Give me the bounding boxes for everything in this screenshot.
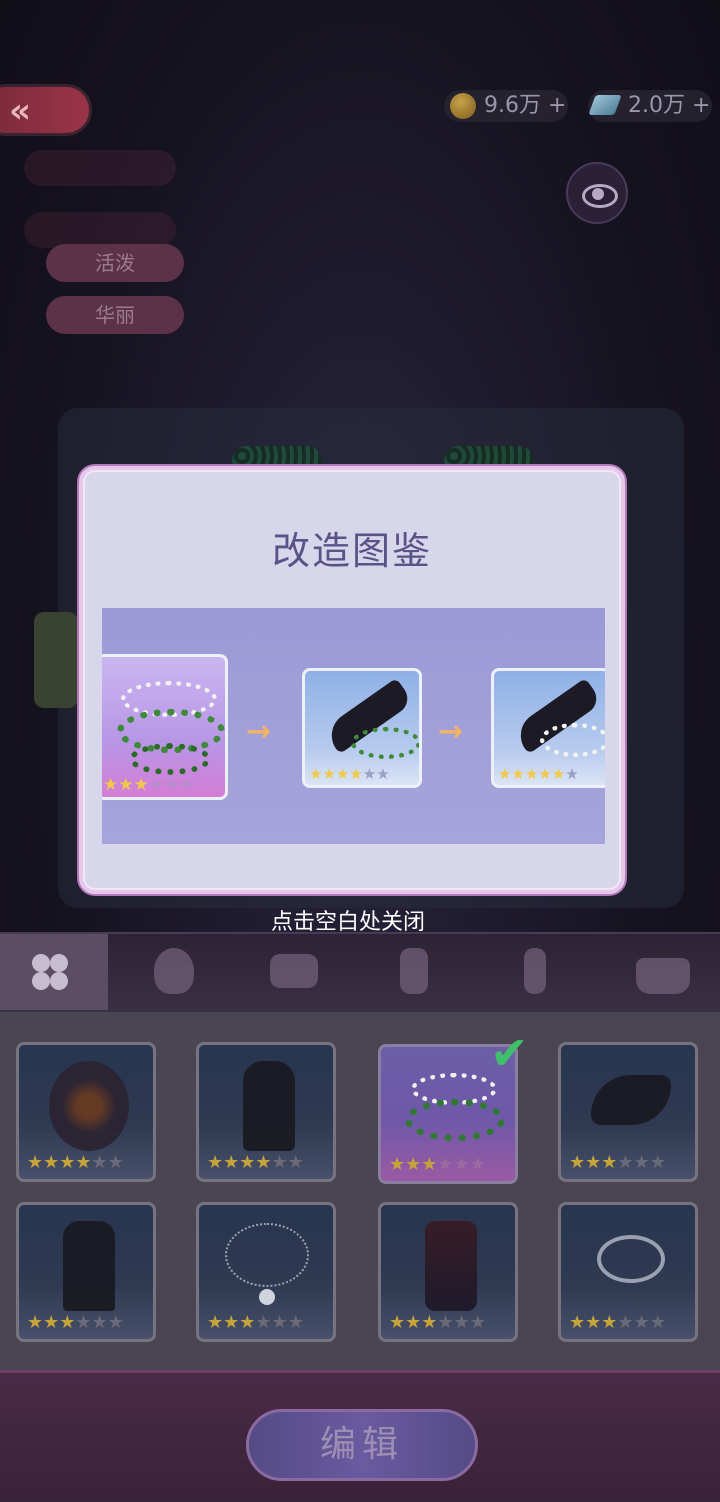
item-card-gown[interactable]: ★★★★★★ [16,1202,156,1342]
coin-icon [450,93,476,119]
stage-card-2[interactable]: ★★★★★★ [302,668,422,788]
head-icon [154,948,194,994]
crystal-balance[interactable]: 2.0万 + [588,90,712,122]
edit-button[interactable]: 编辑 [246,1409,478,1481]
item-card-chain[interactable]: ★★★★★★ [196,1202,336,1342]
blurred-label [24,150,176,186]
bag-icon [636,958,690,994]
checkmark-icon: ✔ [490,1026,529,1080]
tab-pants[interactable] [360,934,468,1010]
tab-accessories[interactable] [610,934,718,1010]
side-object [34,612,78,708]
dialog-title: 改造图鉴 [271,529,432,573]
crown-art [49,1061,129,1151]
item-card-bracelet[interactable]: ★★★★★★ [558,1202,698,1342]
double-chevron-left-icon: ‹‹ [9,91,31,131]
item-stars: ★★★★★★ [389,1312,486,1333]
item-card-long-dress[interactable]: ★★★★★★ [378,1202,518,1342]
blurred-label [24,212,176,248]
arrow-icon: → [438,714,464,749]
stage-1-stars: ★★★★★★ [103,775,195,795]
item-card-hair-accessory[interactable]: ★★★★★★ [558,1042,698,1182]
coin-add-icon[interactable]: + [548,93,566,118]
coin-balance[interactable]: 9.6万 + [444,90,568,122]
tab-shoes[interactable] [480,934,588,1010]
item-stars: ★★★★★★ [569,1152,666,1173]
jade-strand [351,727,419,759]
item-stars: ★★★★★★ [207,1152,304,1173]
pearl-strand [540,723,605,757]
tab-hair[interactable] [120,934,228,1010]
item-card-dress[interactable]: ★★★★★★ [196,1042,336,1182]
jade-strand [129,743,211,775]
stage-card-1[interactable]: ★★★★★★ [102,654,228,800]
bracelet-art [597,1235,665,1283]
category-tabbar [0,932,720,1012]
pants-icon [400,948,428,994]
upgrade-track: ★★★★★★ → ★★★★★★ → ★★★★★★ [102,608,605,844]
chain-art [225,1223,309,1287]
crystal-amount: 2.0万 [628,93,685,118]
arrow-icon: → [246,714,272,749]
gown-art [63,1221,115,1311]
preview-button[interactable] [566,162,628,224]
stage-3-stars: ★★★★★★ [498,765,579,783]
hair-accessory-art [591,1075,671,1125]
bottom-bar: 编辑 [0,1370,720,1502]
tab-all[interactable] [0,934,108,1010]
item-stars: ★★★★★★ [569,1312,666,1333]
back-button[interactable]: ‹‹ [0,84,92,136]
stage-2-stars: ★★★★★★ [309,765,390,783]
dress-art [243,1061,295,1151]
item-card-crown[interactable]: ★★★★★★ [16,1042,156,1182]
item-stars: ★★★★★★ [27,1152,124,1173]
eye-pupil [592,188,604,200]
long-dress-art [425,1221,477,1311]
tag-gorgeous: 华丽 [46,296,184,334]
item-stars: ★★★★★★ [389,1154,486,1175]
modification-catalog-dialog: 改造图鉴 ★★★★★★ → ★★★★★★ → ★★★★★★ [79,466,625,894]
tag-lively: 活泼 [46,244,184,282]
jade-strand [405,1099,505,1141]
crystal-icon [588,95,622,115]
tab-top[interactable] [240,934,348,1010]
stage-card-3[interactable]: ★★★★★★ [491,668,605,788]
top-icon [270,954,318,988]
clover-icon [30,952,70,992]
item-stars: ★★★★★★ [207,1312,304,1333]
crystal-add-icon[interactable]: + [692,93,710,118]
coin-amount: 9.6万 [484,93,541,118]
leg-icon [524,948,546,994]
item-stars: ★★★★★★ [27,1312,124,1333]
pendant-art [259,1289,275,1305]
